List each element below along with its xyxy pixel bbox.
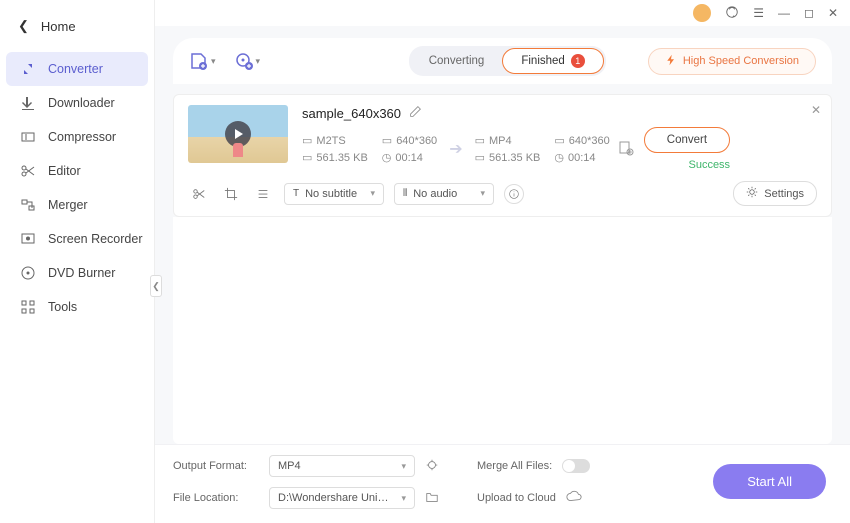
subtitle-value: No subtitle: [305, 188, 357, 200]
settings-button[interactable]: Settings: [733, 181, 817, 206]
sidebar-label: Editor: [48, 164, 81, 178]
sidebar-label: Downloader: [48, 96, 115, 110]
file-card: ✕ sample_640x360: [173, 94, 832, 217]
sidebar-item-converter[interactable]: Converter: [6, 52, 148, 86]
audio-select[interactable]: ⫴ No audio ▾: [394, 183, 494, 205]
minimize-button[interactable]: —: [778, 6, 790, 20]
titlebar: ☰ — ◻ ✕: [155, 0, 850, 26]
sidebar-label: DVD Burner: [48, 266, 115, 280]
file-location-value: D:\Wondershare UniConverter 1: [278, 492, 395, 504]
collapse-handle[interactable]: ❮: [150, 275, 162, 297]
sidebar-item-screen-recorder[interactable]: Screen Recorder: [0, 222, 154, 256]
tab-label: Finished: [521, 55, 564, 67]
gear-icon: [746, 186, 758, 201]
add-dvd-button[interactable]: ▾: [234, 51, 261, 71]
start-all-button[interactable]: Start All: [713, 464, 826, 499]
open-folder-icon[interactable]: [425, 490, 439, 507]
toolbar: ▾ ▾ Converting Finished 1: [173, 38, 832, 84]
upload-label: Upload to Cloud: [477, 492, 556, 504]
sidebar-item-dvd-burner[interactable]: DVD Burner: [0, 256, 154, 290]
output-format-select[interactable]: MP4 ▾: [269, 455, 415, 477]
merger-icon: [20, 197, 36, 213]
output-settings-icon[interactable]: [425, 458, 439, 475]
video-icon: ▭: [475, 134, 485, 147]
play-icon: [225, 121, 251, 147]
home-label[interactable]: Home: [41, 19, 76, 34]
recorder-icon: [20, 231, 36, 247]
edit-name-icon[interactable]: [409, 105, 422, 121]
sidebar-label: Tools: [48, 300, 77, 314]
avatar-icon[interactable]: [693, 4, 711, 22]
subtitle-icon: T: [293, 188, 299, 199]
sidebar-label: Merger: [48, 198, 88, 212]
chevron-down-icon: ▾: [370, 188, 375, 199]
video-icon: ▭: [302, 134, 312, 147]
output-format-label: Output Format:: [173, 460, 259, 472]
finished-count-badge: 1: [571, 54, 585, 68]
compress-icon: [20, 129, 36, 145]
tools-icon: [20, 299, 36, 315]
folder-icon: ▭: [475, 151, 485, 164]
add-file-button[interactable]: ▾: [189, 51, 216, 71]
effects-icon[interactable]: [252, 183, 274, 205]
folder-icon: ▭: [302, 151, 312, 164]
file-location-label: File Location:: [173, 492, 259, 504]
sidebar-item-merger[interactable]: Merger: [0, 188, 154, 222]
close-window-button[interactable]: ✕: [828, 6, 838, 20]
video-thumbnail[interactable]: [188, 105, 288, 163]
audio-icon: ⫴: [403, 188, 407, 199]
chevron-down-icon: ▾: [401, 461, 406, 472]
high-speed-conversion-button[interactable]: High Speed Conversion: [648, 48, 816, 75]
close-icon[interactable]: ✕: [811, 103, 821, 117]
back-icon[interactable]: ❮: [18, 18, 29, 34]
source-spec: ▭M2TS ▭640*360 ▭561.35 KB ◷00:14: [302, 134, 437, 164]
lightning-icon: [665, 54, 677, 69]
cloud-icon[interactable]: [566, 490, 582, 507]
chevron-down-icon: ▾: [401, 493, 406, 504]
sidebar: ❮ Home Converter Downloader Compressor: [0, 0, 155, 523]
convert-button[interactable]: Convert: [644, 127, 730, 153]
trim-icon[interactable]: [188, 183, 210, 205]
crop-icon[interactable]: [220, 183, 242, 205]
menu-icon[interactable]: ☰: [753, 6, 764, 20]
file-name: sample_640x360: [302, 106, 401, 121]
main: ☰ — ◻ ✕ ▾ ▾ Converting: [155, 0, 850, 523]
output-format-value: MP4: [278, 460, 301, 472]
tab-finished[interactable]: Finished 1: [502, 48, 603, 74]
subtitle-select[interactable]: T No subtitle ▾: [284, 183, 384, 205]
disc-icon: [20, 265, 36, 281]
tab-pills: Converting Finished 1: [409, 46, 606, 76]
merge-label: Merge All Files:: [477, 460, 552, 472]
folder-icon: ▭: [554, 134, 564, 147]
info-icon[interactable]: [504, 184, 524, 204]
sidebar-label: Screen Recorder: [48, 232, 143, 246]
format-settings-icon[interactable]: [618, 140, 634, 159]
sidebar-item-editor[interactable]: Editor: [0, 154, 154, 188]
scissors-icon: [20, 163, 36, 179]
sidebar-item-tools[interactable]: Tools: [0, 290, 154, 324]
chevron-down-icon: ▾: [480, 188, 485, 199]
sidebar-item-compressor[interactable]: Compressor: [0, 120, 154, 154]
sidebar-label: Compressor: [48, 130, 116, 144]
hs-label: High Speed Conversion: [683, 55, 799, 67]
settings-label: Settings: [764, 188, 804, 200]
sidebar-item-downloader[interactable]: Downloader: [0, 86, 154, 120]
audio-value: No audio: [413, 188, 457, 200]
target-spec: ▭MP4 ▭640*360 ▭561.35 KB ◷00:14: [475, 134, 610, 164]
clock-icon: ◷: [554, 151, 564, 164]
file-location-select[interactable]: D:\Wondershare UniConverter 1 ▾: [269, 487, 415, 509]
folder-icon: ▭: [382, 134, 392, 147]
download-icon: [20, 95, 36, 111]
tab-converting[interactable]: Converting: [411, 48, 503, 74]
support-icon[interactable]: [725, 5, 739, 22]
nav-list: Converter Downloader Compressor Editor: [0, 52, 154, 324]
converter-icon: [20, 61, 36, 77]
merge-toggle[interactable]: [562, 459, 590, 473]
tab-label: Converting: [429, 55, 485, 67]
maximize-button[interactable]: ◻: [804, 6, 814, 20]
status-text: Success: [688, 159, 730, 171]
arrow-right-icon: ➔: [449, 139, 462, 159]
sidebar-label: Converter: [48, 62, 103, 76]
clock-icon: ◷: [382, 151, 392, 164]
